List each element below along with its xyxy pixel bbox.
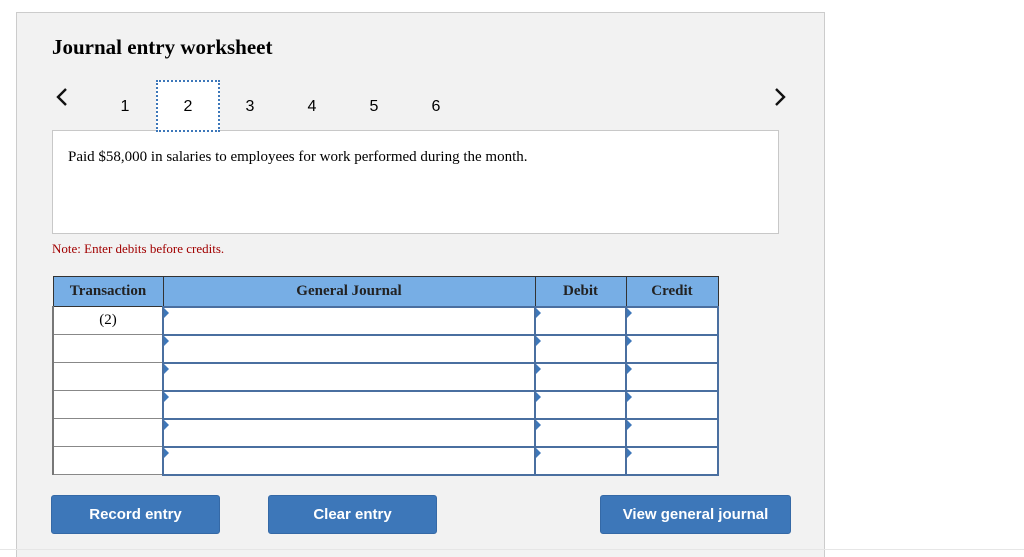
debit-input[interactable] — [536, 335, 625, 362]
credit-cell[interactable] — [625, 305, 719, 336]
debit-input[interactable] — [536, 363, 625, 390]
tab-4[interactable]: 4 — [280, 80, 344, 132]
credit-input[interactable] — [627, 419, 717, 446]
credit-input[interactable] — [627, 335, 717, 362]
transaction-cell — [52, 446, 164, 475]
cell-marker-icon — [536, 447, 541, 458]
tab-5[interactable]: 5 — [342, 80, 406, 132]
transaction-cell — [52, 418, 164, 447]
cell-marker-icon — [627, 391, 632, 402]
transaction-cell — [52, 334, 164, 363]
credit-cell[interactable] — [625, 389, 719, 420]
account-input[interactable] — [164, 363, 534, 390]
debit-cell[interactable] — [534, 305, 627, 336]
record-entry-button[interactable]: Record entry — [51, 495, 220, 534]
account-cell[interactable] — [162, 361, 536, 392]
table-row — [52, 361, 719, 392]
cell-marker-icon — [536, 391, 541, 402]
account-input[interactable] — [164, 391, 534, 418]
page-title: Journal entry worksheet — [52, 35, 273, 59]
credit-input[interactable] — [627, 307, 717, 334]
account-cell[interactable] — [162, 305, 536, 336]
credit-cell[interactable] — [625, 417, 719, 448]
cell-marker-icon — [627, 335, 632, 346]
note-text: Note: Enter debits before credits. — [52, 241, 225, 256]
debit-cell[interactable] — [534, 333, 627, 364]
transaction-cell — [52, 362, 164, 391]
cell-marker-icon — [536, 363, 541, 374]
clear-entry-button[interactable]: Clear entry — [268, 495, 437, 534]
table-row: (2) — [52, 305, 719, 336]
account-input[interactable] — [164, 419, 534, 446]
account-cell[interactable] — [162, 333, 536, 364]
view-general-journal-button[interactable]: View general journal — [600, 495, 791, 534]
credit-input[interactable] — [627, 447, 717, 474]
cell-marker-icon — [164, 335, 169, 346]
cell-marker-icon — [536, 335, 541, 346]
table-row — [52, 389, 719, 420]
tab-2[interactable]: 2 — [156, 80, 220, 132]
cell-marker-icon — [164, 419, 169, 430]
cell-marker-icon — [627, 363, 632, 374]
credit-cell[interactable] — [625, 445, 719, 476]
credit-cell[interactable] — [625, 333, 719, 364]
debit-cell[interactable] — [534, 445, 627, 476]
credit-input[interactable] — [627, 363, 717, 390]
header-credit: Credit — [625, 276, 719, 307]
account-cell[interactable] — [162, 445, 536, 476]
account-cell[interactable] — [162, 417, 536, 448]
table-row — [52, 333, 719, 364]
header-transaction: Transaction — [52, 276, 164, 307]
header-debit: Debit — [534, 276, 627, 307]
table-row — [52, 417, 719, 448]
prev-button[interactable] — [54, 86, 74, 110]
journal-table: Transaction General Journal Debit Credit… — [52, 276, 719, 476]
cell-marker-icon — [164, 307, 169, 318]
next-button[interactable] — [772, 86, 792, 110]
account-input[interactable] — [164, 335, 534, 362]
tab-1[interactable]: 1 — [93, 80, 157, 132]
debit-input[interactable] — [536, 391, 625, 418]
debit-input[interactable] — [536, 447, 625, 474]
header-general-journal: General Journal — [162, 276, 536, 307]
transaction-cell — [52, 390, 164, 419]
debit-input[interactable] — [536, 419, 625, 446]
account-input[interactable] — [164, 447, 534, 474]
cell-marker-icon — [536, 307, 541, 318]
table-header-row: Transaction General Journal Debit Credit — [52, 276, 719, 307]
table-row — [52, 445, 719, 476]
transaction-description: Paid $58,000 in salaries to employees fo… — [68, 149, 528, 165]
cell-marker-icon — [164, 391, 169, 402]
debit-cell[interactable] — [534, 417, 627, 448]
divider — [0, 549, 1024, 550]
cell-marker-icon — [164, 363, 169, 374]
tab-3[interactable]: 3 — [218, 80, 282, 132]
cell-marker-icon — [627, 447, 632, 458]
chevron-right-icon — [772, 86, 792, 108]
cell-marker-icon — [536, 419, 541, 430]
credit-input[interactable] — [627, 391, 717, 418]
account-cell[interactable] — [162, 389, 536, 420]
cell-marker-icon — [164, 447, 169, 458]
debit-input[interactable] — [536, 307, 625, 334]
debit-cell[interactable] — [534, 389, 627, 420]
credit-cell[interactable] — [625, 361, 719, 392]
cell-marker-icon — [627, 419, 632, 430]
transaction-description-box: Paid $58,000 in salaries to employees fo… — [52, 130, 779, 234]
debit-cell[interactable] — [534, 361, 627, 392]
chevron-left-icon — [54, 86, 74, 108]
tab-6[interactable]: 6 — [404, 80, 468, 132]
account-input[interactable] — [164, 307, 534, 334]
cell-marker-icon — [627, 307, 632, 318]
transaction-cell: (2) — [52, 306, 164, 335]
